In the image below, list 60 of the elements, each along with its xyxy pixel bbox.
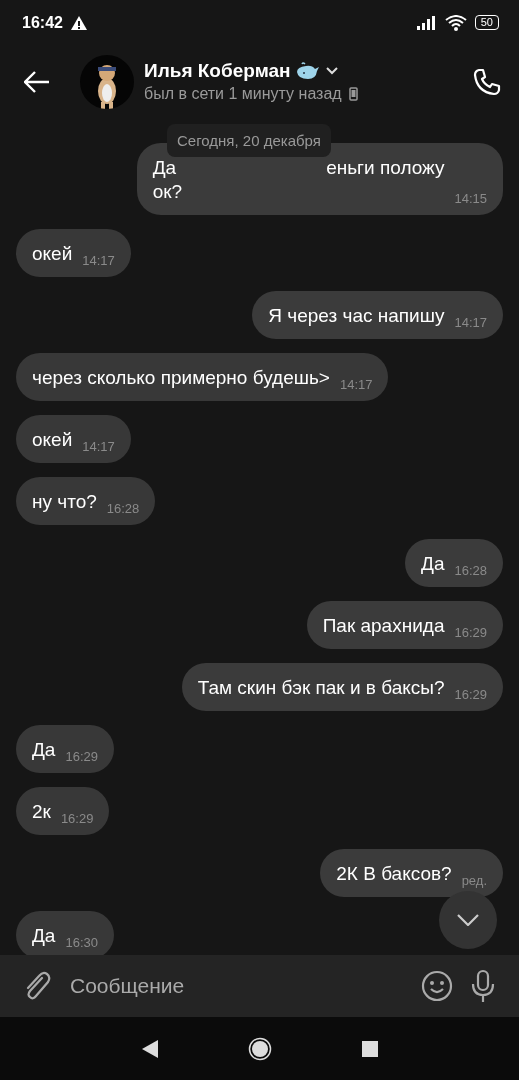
message-bubble[interactable]: 2К В баксов? ред. bbox=[320, 849, 503, 897]
message-text: Пак арахнида bbox=[322, 615, 445, 636]
message-text: ну что? bbox=[32, 491, 97, 512]
date-badge: Сегодня, 20 декабря bbox=[167, 124, 331, 157]
message-time: 14:17 bbox=[454, 315, 487, 330]
message-composer[interactable]: Сообщение bbox=[0, 955, 519, 1017]
wifi-icon bbox=[444, 14, 467, 31]
message-bubble[interactable]: через сколько примерно будешь> 14:17 bbox=[16, 353, 389, 401]
message-text: окей bbox=[32, 243, 73, 264]
message-bubble[interactable]: Да 16:28 bbox=[405, 539, 503, 587]
message-time: 14:17 bbox=[82, 253, 115, 268]
recents-nav-icon[interactable] bbox=[361, 1040, 378, 1057]
back-arrow-icon[interactable] bbox=[24, 70, 50, 93]
home-nav-icon[interactable] bbox=[247, 1036, 272, 1061]
message-text: Там скин бэк пак и в баксы? bbox=[197, 677, 445, 698]
status-time: 16:42 bbox=[22, 13, 63, 32]
message-text: Да bbox=[152, 157, 177, 178]
signal-icon bbox=[416, 15, 437, 30]
back-nav-icon[interactable] bbox=[141, 1039, 158, 1058]
message-time: 14:17 bbox=[339, 377, 373, 392]
message-text: Да bbox=[32, 739, 56, 760]
message-bubble[interactable]: ну что? 16:28 bbox=[16, 477, 156, 525]
message-time: 16:29 bbox=[454, 625, 487, 640]
message-time: ред. bbox=[461, 873, 487, 888]
message-text: ок? bbox=[152, 181, 183, 202]
message-bubble[interactable]: Я через час напишу 14:17 bbox=[252, 291, 503, 339]
message-bubble[interactable]: окей 14:17 bbox=[16, 415, 131, 463]
battery-indicator: 50 bbox=[474, 15, 499, 30]
warning-icon bbox=[70, 15, 87, 30]
message-bubble[interactable]: Пак арахнида 16:29 bbox=[306, 601, 503, 649]
message-bubble[interactable]: окей 14:17 bbox=[16, 229, 131, 277]
phone-device-icon bbox=[348, 87, 358, 101]
contact-name[interactable]: Илья Коберман bbox=[144, 60, 291, 82]
message-bubble[interactable]: Там скин бэк пак и в баксы? 16:29 bbox=[181, 663, 503, 711]
message-text: Я через час напишу bbox=[268, 305, 445, 326]
message-bubble[interactable]: 2к 16:29 bbox=[16, 787, 110, 835]
message-time: 16:28 bbox=[106, 501, 140, 516]
microphone-icon[interactable] bbox=[469, 969, 497, 1003]
message-time: 16:29 bbox=[60, 811, 94, 826]
last-seen-status: был в сети 1 минуту назад bbox=[144, 85, 342, 103]
message-bubble[interactable]: Да 16:30 bbox=[16, 911, 114, 955]
chevron-down-icon bbox=[457, 914, 479, 926]
message-time: 14:17 bbox=[82, 439, 115, 454]
message-time: 16:29 bbox=[65, 749, 98, 764]
message-bubble[interactable]: Да 16:29 bbox=[16, 725, 114, 773]
message-time: 16:30 bbox=[65, 935, 98, 950]
message-text: Да bbox=[421, 553, 445, 574]
message-text: еньги положу bbox=[326, 157, 445, 178]
call-icon[interactable] bbox=[473, 67, 501, 96]
message-text: окей bbox=[32, 429, 73, 450]
message-time: 16:28 bbox=[454, 563, 487, 578]
message-time: 16:29 bbox=[454, 687, 487, 702]
message-text: 2к bbox=[32, 801, 51, 822]
message-text: 2К В баксов? bbox=[336, 863, 452, 884]
whale-icon bbox=[296, 62, 321, 80]
message-text: Да bbox=[32, 925, 56, 946]
message-time: 14:15 bbox=[454, 191, 487, 206]
message-text: через сколько примерно будешь> bbox=[32, 367, 330, 388]
emoji-icon[interactable] bbox=[421, 970, 453, 1002]
chevron-down-icon[interactable] bbox=[326, 67, 339, 75]
